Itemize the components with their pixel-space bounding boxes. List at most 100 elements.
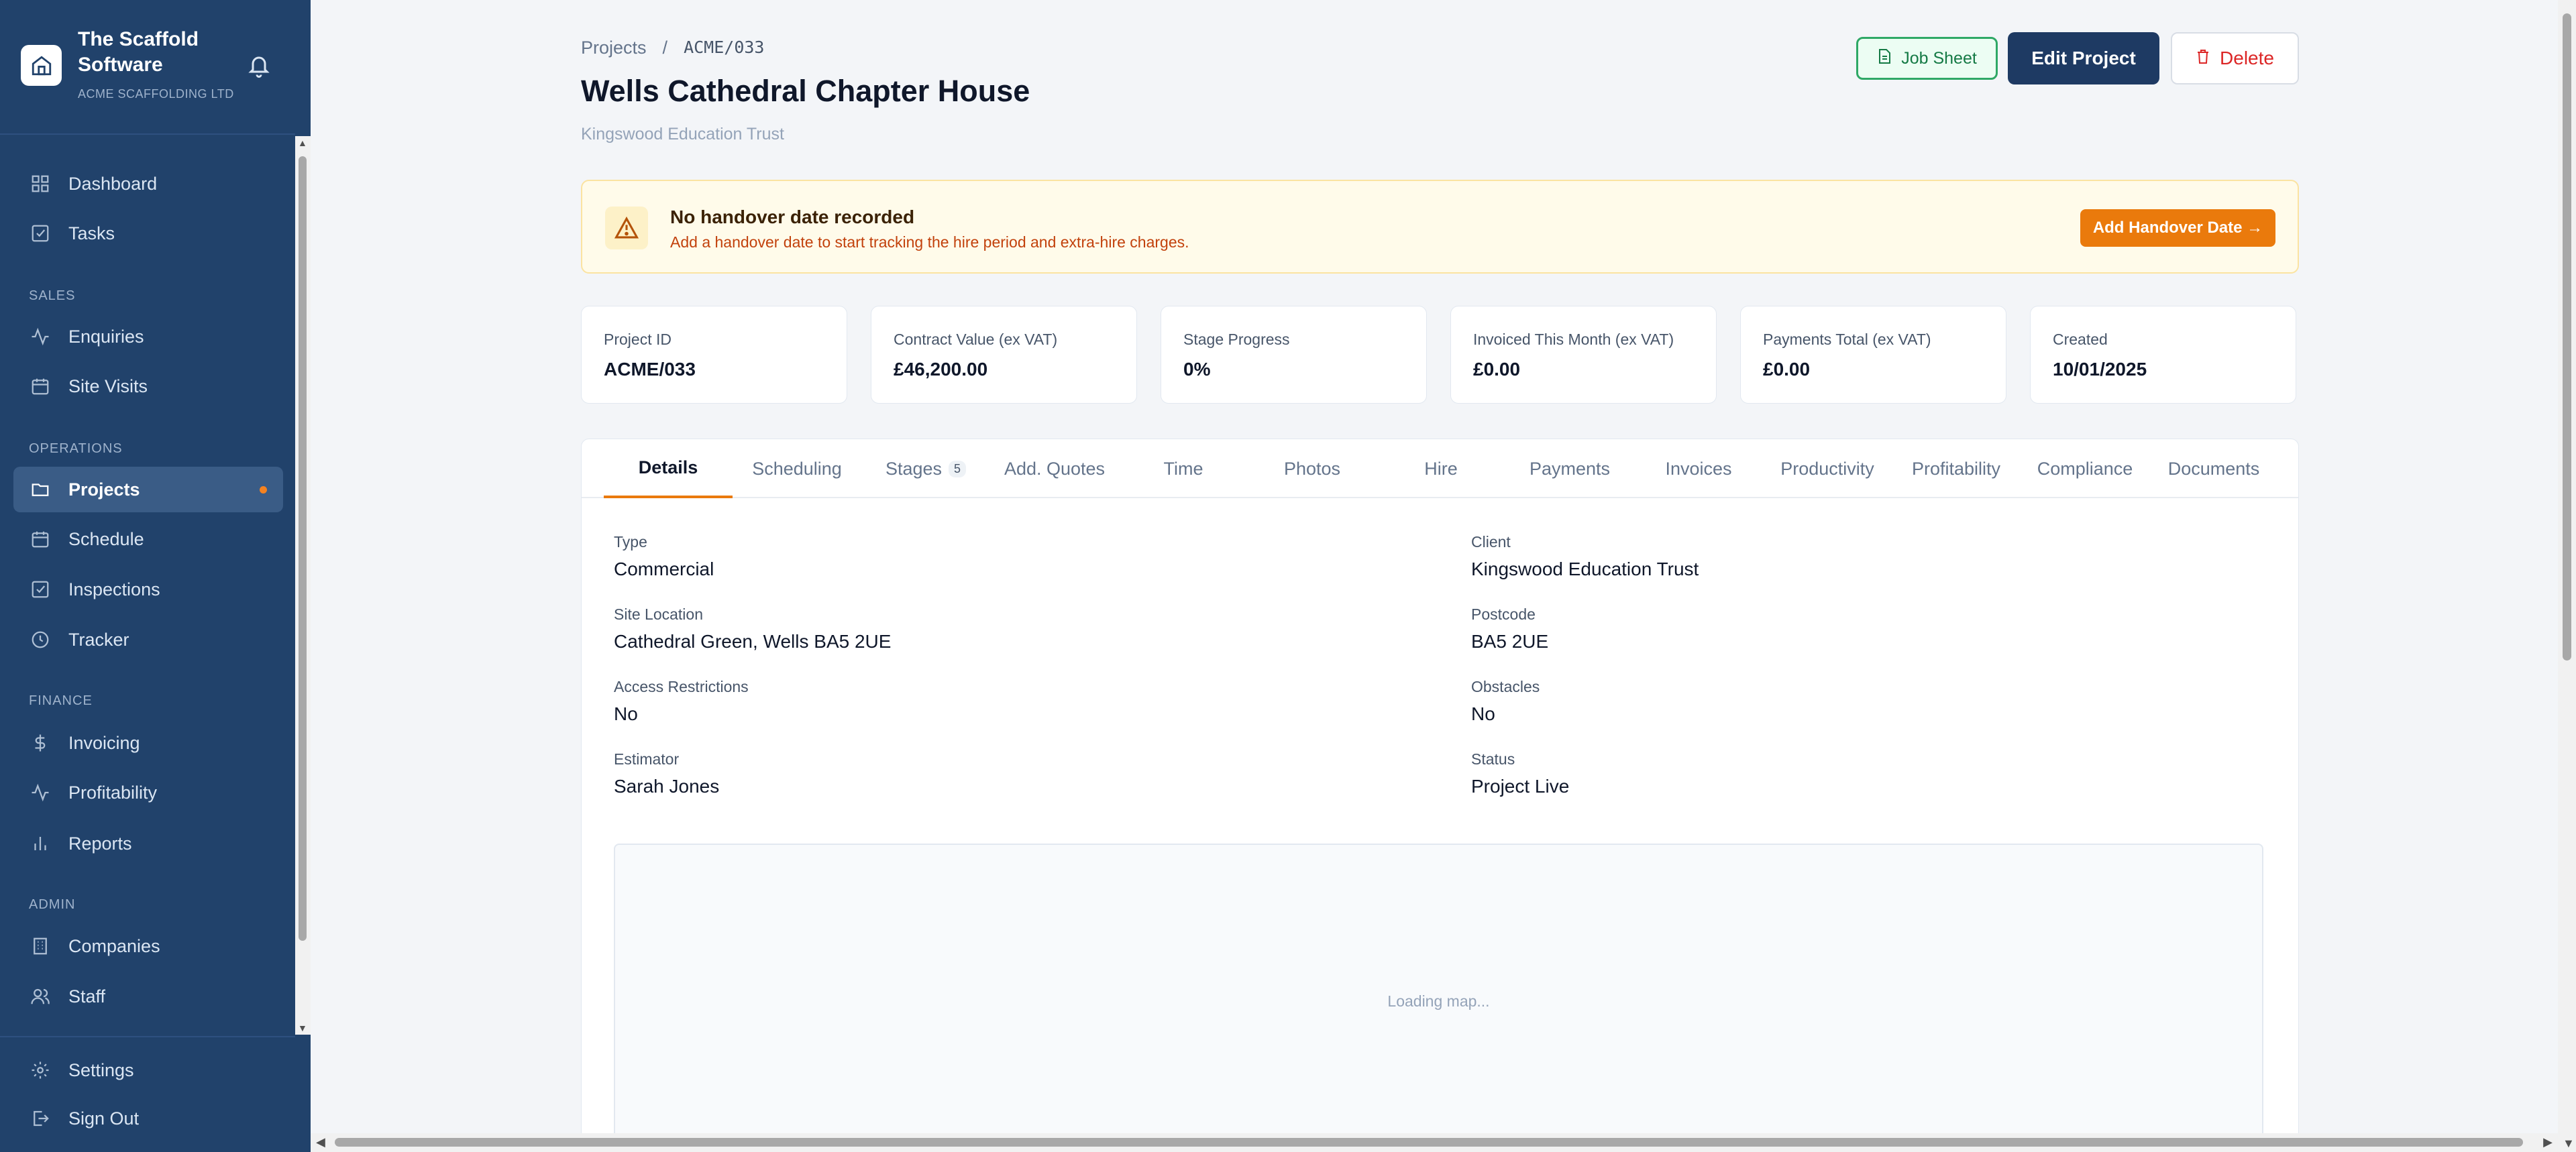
scrollbar-thumb[interactable] [335,1138,2523,1147]
home-icon[interactable] [21,45,62,86]
section-operations: OPERATIONS [29,441,123,456]
tab-scheduling[interactable]: Scheduling [733,439,861,498]
add-handover-date-button[interactable]: Add Handover Date → [2080,209,2275,247]
nav-label: Profitability [68,782,158,803]
tab-profitability[interactable]: Profitability [1892,439,2021,498]
bar-chart-icon [28,831,52,856]
nav-dashboard[interactable]: Dashboard [13,161,283,207]
nav-label: Tasks [68,223,115,243]
nav-label: Dashboard [68,173,158,194]
tab-invoices[interactable]: Invoices [1634,439,1763,498]
stat-value: 10/01/2025 [2053,359,2147,380]
scroll-right-icon[interactable]: ▶ [2543,1135,2553,1149]
page-horizontal-scrollbar[interactable]: ◀ ▶ [311,1133,2558,1152]
nav-inspections[interactable]: Inspections [13,567,283,612]
stat-label: Created [2053,331,2108,348]
gear-icon [28,1058,52,1082]
type-value: Commercial [614,559,714,579]
nav-label: Staff [68,986,106,1006]
postcode-value: BA5 2UE [1471,631,1549,652]
nav-label: Invoicing [68,732,140,753]
nav-tracker[interactable]: Tracker [13,617,283,663]
breadcrumb-separator: / [662,38,668,58]
stat-value: £0.00 [1763,359,1811,380]
nav-label: Reports [68,833,132,854]
tab-bar: Details Scheduling Stages 5 Add. Quotes … [582,439,2298,498]
scrollbar-thumb[interactable] [299,156,307,941]
calendar-icon [28,527,52,551]
section-finance: FINANCE [29,693,93,708]
scroll-left-icon[interactable]: ◀ [316,1135,325,1149]
nav-site-visits[interactable]: Site Visits [13,363,283,409]
tab-time[interactable]: Time [1119,439,1248,498]
stat-label: Contract Value (ex VAT) [894,331,1058,348]
scrollbar-thumb[interactable] [2563,13,2571,660]
breadcrumb-current: ACME/033 [684,38,765,57]
nav-invoicing[interactable]: Invoicing [13,720,283,766]
postcode-label: Postcode [1471,606,1536,623]
nav-sign-out[interactable]: Sign Out [13,1096,283,1141]
stat-card: Created 10/01/2025 [2030,306,2296,404]
nav-settings[interactable]: Settings [13,1047,283,1093]
page-vertical-scrollbar[interactable]: ▼ [2558,0,2576,1152]
nav-tasks[interactable]: Tasks [13,211,283,256]
edit-project-button[interactable]: Edit Project [2008,32,2159,84]
nav-staff[interactable]: Staff [13,974,283,1019]
estimator-value: Sarah Jones [614,776,720,797]
nav-companies[interactable]: Companies [13,923,283,969]
alert-title: No handover date recorded [670,207,915,227]
brand: The Scaffold Software ACME SCAFFOLDING L… [21,27,234,101]
tab-stages[interactable]: Stages 5 [861,439,990,498]
tab-compliance[interactable]: Compliance [2021,439,2149,498]
nav-reports[interactable]: Reports [13,821,283,866]
delete-button[interactable]: Delete [2171,32,2299,84]
tab-photos[interactable]: Photos [1248,439,1377,498]
stat-label: Project ID [604,331,672,348]
nav-schedule[interactable]: Schedule [13,516,283,562]
delete-label: Delete [2220,48,2274,68]
map-loading-text: Loading map... [1387,992,1490,1010]
nav-label: Schedule [68,528,144,549]
nav-label: Projects [68,479,140,500]
nav-enquiries[interactable]: Enquiries [13,314,283,359]
stat-value: £0.00 [1473,359,1521,380]
notification-dot [260,486,267,494]
site-location-value: Cathedral Green, Wells BA5 2UE [614,631,892,652]
nav-projects[interactable]: Projects [13,467,283,512]
calendar-icon [28,374,52,398]
tab-hire[interactable]: Hire [1377,439,1505,498]
tab-details[interactable]: Details [604,439,733,498]
breadcrumb: Projects / ACME/033 [581,38,764,58]
stat-card: Stage Progress 0% [1161,306,1427,404]
sidebar-scrollbar[interactable]: ▲ ▼ [295,136,311,1035]
check-square-icon [28,577,52,601]
site-map[interactable]: Loading map... [614,844,2263,1152]
nav-profitability[interactable]: Profitability [13,770,283,815]
stat-value: £46,200.00 [894,359,988,380]
bell-icon[interactable] [247,52,271,82]
stat-card: Invoiced This Month (ex VAT) £0.00 [1450,306,1717,404]
tab-add-quotes[interactable]: Add. Quotes [990,439,1119,498]
scroll-down-icon[interactable]: ▼ [2563,1137,2575,1151]
breadcrumb-projects[interactable]: Projects [581,38,647,58]
stages-count-badge: 5 [949,460,967,477]
tab-documents[interactable]: Documents [2149,439,2278,498]
activity-icon [28,781,52,805]
access-restrictions-label: Access Restrictions [614,678,749,695]
nav-label: Settings [68,1059,134,1080]
tab-label: Stages [885,458,943,479]
handover-alert: No handover date recorded Add a handover… [581,180,2299,274]
nav-label: Enquiries [68,326,144,347]
nav-label: Tracker [68,629,129,650]
scroll-up-icon[interactable]: ▲ [298,137,307,148]
clock-icon [28,628,52,652]
sidebar: The Scaffold Software ACME SCAFFOLDING L… [0,0,311,1152]
tab-payments[interactable]: Payments [1505,439,1634,498]
scroll-down-icon[interactable]: ▼ [298,1023,307,1033]
job-sheet-button[interactable]: Job Sheet [1856,37,1998,80]
stat-label: Payments Total (ex VAT) [1763,331,1931,348]
users-icon [28,984,52,1009]
client-value: Kingswood Education Trust [1471,559,1699,579]
tab-productivity[interactable]: Productivity [1763,439,1892,498]
status-value: Project Live [1471,776,1570,797]
